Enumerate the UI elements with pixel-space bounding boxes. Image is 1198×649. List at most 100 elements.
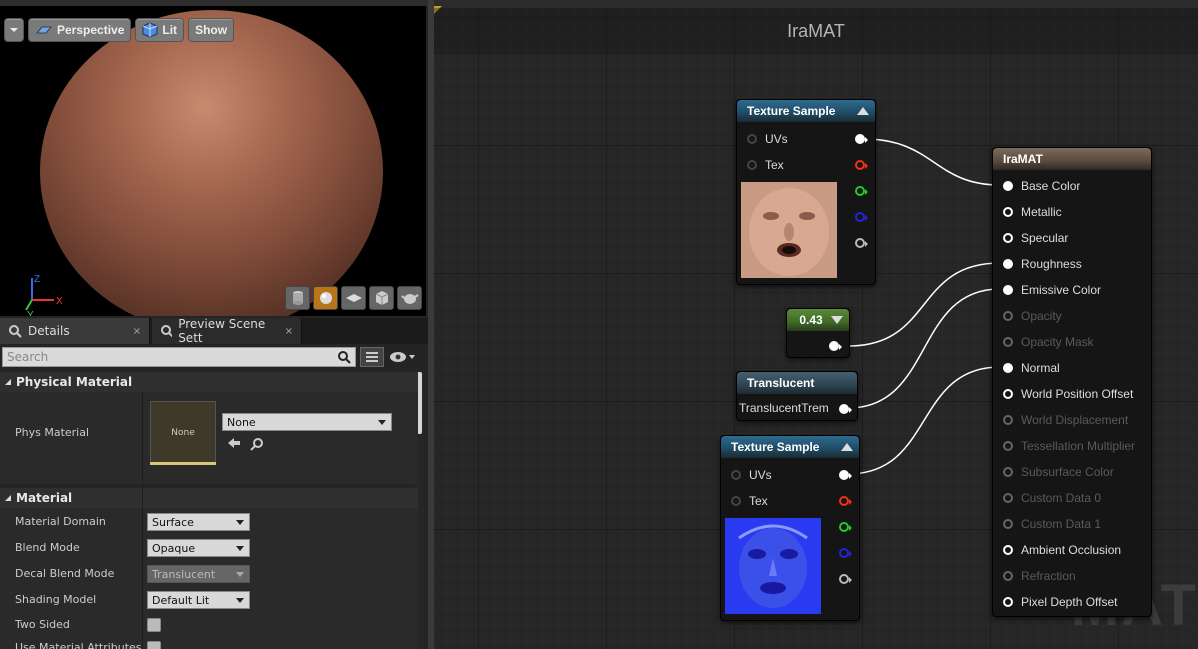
expand-triangle-icon[interactable] <box>831 316 843 324</box>
face-texture-thumbnail <box>741 182 837 278</box>
cube-preview-button[interactable] <box>369 286 394 310</box>
pin-label: Opacity Mask <box>1021 335 1094 349</box>
node-header[interactable]: Texture Sample <box>721 436 859 458</box>
input-refraction: Refraction <box>1003 563 1076 589</box>
search-input[interactable]: Search <box>2 347 356 367</box>
texture-sample-node-1[interactable]: Texture Sample UVs Tex <box>736 99 876 285</box>
custom-mesh-preview-button[interactable] <box>397 286 422 310</box>
pin-label: UVs <box>765 132 788 146</box>
material-section-body: Material Domain Surface Blend Mode Opaqu… <box>0 508 418 649</box>
phys-material-thumbnail[interactable]: None <box>150 401 216 465</box>
input-pin[interactable] <box>1003 545 1013 555</box>
input-roughness[interactable]: Roughness <box>1003 251 1082 277</box>
axis-gizmo: Z Y X <box>25 274 63 316</box>
lit-button[interactable]: Lit <box>135 18 185 42</box>
pin-label: Metallic <box>1021 205 1062 219</box>
decal-blend-mode-dropdown: Translucent <box>147 565 250 583</box>
use-material-attributes-checkbox[interactable] <box>147 641 161 649</box>
show-button[interactable]: Show <box>188 18 235 42</box>
material-domain-dropdown[interactable]: Surface <box>147 513 250 531</box>
phys-material-dropdown[interactable]: None <box>222 413 392 431</box>
input-pin[interactable] <box>1003 207 1013 217</box>
node-title: Translucent <box>747 376 815 390</box>
input-specular[interactable]: Specular <box>1003 225 1068 251</box>
preview-viewport[interactable]: Perspective Lit Show Z Y X <box>0 6 426 316</box>
pin-label: Subsurface Color <box>1021 465 1114 479</box>
node-header[interactable]: Translucent <box>737 372 857 394</box>
node-header[interactable]: 0.43 <box>787 309 849 331</box>
input-tex[interactable]: Tex <box>731 488 768 514</box>
input-emissive-color[interactable]: Emissive Color <box>1003 277 1101 303</box>
physical-material-header[interactable]: Physical Material <box>0 372 418 392</box>
viewport-options-button[interactable] <box>4 18 24 42</box>
input-pin[interactable] <box>1003 285 1013 295</box>
close-icon[interactable]: × <box>133 326 141 337</box>
input-opacity-mask: Opacity Mask <box>1003 329 1094 355</box>
input-metallic[interactable]: Metallic <box>1003 199 1062 225</box>
chevron-down-icon <box>236 546 244 551</box>
output-pin-g[interactable] <box>839 522 852 532</box>
input-pin[interactable] <box>1003 233 1013 243</box>
output-pin-b[interactable] <box>855 212 868 222</box>
output-pin-rgb[interactable] <box>855 134 868 144</box>
collapse-triangle-icon[interactable] <box>857 107 869 115</box>
node-header[interactable]: Texture Sample <box>737 100 875 122</box>
input-pin[interactable] <box>731 470 741 480</box>
output-pin-b[interactable] <box>839 548 852 558</box>
output-pin-g[interactable] <box>855 186 868 196</box>
perspective-icon <box>35 26 53 34</box>
property-matrix-button[interactable] <box>360 347 384 367</box>
tab-details[interactable]: Details × <box>0 318 150 344</box>
node-header[interactable]: IraMAT <box>993 148 1151 170</box>
output-pin-r[interactable] <box>855 160 868 170</box>
output-pin-a[interactable] <box>839 574 852 584</box>
input-normal[interactable]: Normal <box>1003 355 1060 381</box>
cylinder-preview-button[interactable] <box>285 286 310 310</box>
input-pin[interactable] <box>747 160 757 170</box>
two-sided-checkbox[interactable] <box>147 618 161 632</box>
sphere-preview-button[interactable] <box>313 286 338 310</box>
collapse-triangle-icon[interactable] <box>841 443 853 451</box>
input-pin[interactable] <box>1003 389 1013 399</box>
left-panel: Perspective Lit Show Z Y X Details × Pre… <box>0 0 428 649</box>
pin-label: World Displacement <box>1021 413 1129 427</box>
use-selected-arrow-icon[interactable] <box>227 437 241 449</box>
column-divider[interactable] <box>142 392 143 649</box>
input-uvs[interactable]: UVs <box>731 462 772 488</box>
perspective-button[interactable]: Perspective <box>28 18 132 42</box>
output-pin-r[interactable] <box>839 496 852 506</box>
input-pin[interactable] <box>1003 259 1013 269</box>
input-tex[interactable]: Tex <box>747 152 784 178</box>
material-section-header[interactable]: Material <box>0 488 418 508</box>
translucent-node[interactable]: Translucent TranslucentTrem <box>736 371 858 421</box>
input-pin[interactable] <box>1003 181 1013 191</box>
blend-mode-dropdown[interactable]: Opaque <box>147 539 250 557</box>
material-graph[interactable]: IraMAT MAT Texture Sample UVs Tex <box>434 0 1198 649</box>
node-title: Texture Sample <box>747 104 836 118</box>
output-pin-a[interactable] <box>855 238 868 248</box>
texture-sample-node-2[interactable]: Texture Sample UVs Tex <box>720 435 860 621</box>
output-pin[interactable] <box>829 341 842 351</box>
input-uvs[interactable]: UVs <box>747 126 788 152</box>
input-pin[interactable] <box>1003 597 1013 607</box>
blend-mode-value: Opaque <box>152 541 196 555</box>
input-pin[interactable] <box>747 134 757 144</box>
shading-model-dropdown[interactable]: Default Lit <box>147 591 250 609</box>
output-pin[interactable] <box>839 404 852 414</box>
constant-node[interactable]: 0.43 <box>786 308 850 358</box>
input-world-position-offset[interactable]: World Position Offset <box>1003 381 1133 407</box>
magnifier-icon <box>9 325 22 338</box>
result-node[interactable]: IraMAT Base Color Metallic Specular Roug… <box>992 147 1152 617</box>
input-pixel-depth-offset[interactable]: Pixel Depth Offset <box>1003 589 1118 615</box>
close-icon[interactable]: × <box>285 326 293 337</box>
details-search-row: Search <box>0 346 428 368</box>
input-pin[interactable] <box>1003 363 1013 373</box>
output-pin-rgb[interactable] <box>839 470 852 480</box>
input-pin[interactable] <box>731 496 741 506</box>
plane-preview-button[interactable] <box>341 286 366 310</box>
eye-view-options-icon[interactable] <box>388 350 416 364</box>
input-base-color[interactable]: Base Color <box>1003 173 1080 199</box>
tab-preview-scene-settings[interactable]: Preview Scene Sett × <box>152 317 302 345</box>
browse-magnifier-icon[interactable] <box>250 437 264 451</box>
input-ambient-occlusion[interactable]: Ambient Occlusion <box>1003 537 1121 563</box>
